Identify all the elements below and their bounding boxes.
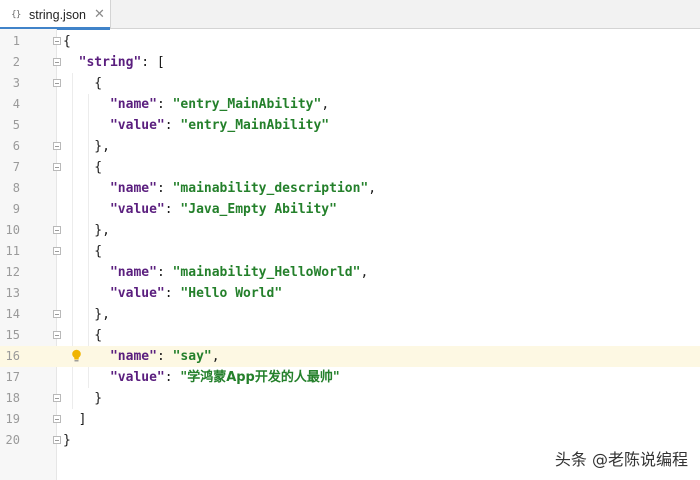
line-number: 7 bbox=[12, 160, 20, 174]
code-line[interactable]: 6 }, bbox=[0, 136, 700, 157]
line-number: 8 bbox=[12, 181, 20, 195]
code-line[interactable]: 16 "name": "say", bbox=[0, 346, 700, 367]
code-line[interactable]: 2 "string": [ bbox=[0, 52, 700, 73]
code-line[interactable]: 8 "name": "mainability_description", bbox=[0, 178, 700, 199]
line-number: 20 bbox=[5, 433, 20, 447]
fold-marker-icon[interactable] bbox=[53, 247, 61, 255]
line-number: 2 bbox=[12, 55, 20, 69]
fold-marker-icon[interactable] bbox=[53, 310, 61, 318]
code-line[interactable]: 3 { bbox=[0, 73, 700, 94]
line-number: 6 bbox=[12, 139, 20, 153]
code-line[interactable]: 7 { bbox=[0, 157, 700, 178]
editor-tab-bar: {} string.json ✕ bbox=[0, 0, 700, 30]
fold-marker-icon[interactable] bbox=[53, 37, 61, 45]
code-text: { bbox=[63, 244, 103, 259]
code-text: "value": "entry_MainAbility" bbox=[109, 118, 330, 133]
line-number: 14 bbox=[5, 307, 20, 321]
json-file-icon: {} bbox=[11, 9, 21, 20]
code-line[interactable]: 19 ] bbox=[0, 409, 700, 430]
code-line[interactable]: 11 { bbox=[0, 241, 700, 262]
line-number: 13 bbox=[5, 286, 20, 300]
code-text: "name": "mainability_description", bbox=[109, 181, 377, 196]
code-text: "name": "mainability_HelloWorld", bbox=[109, 265, 369, 280]
watermark: 头条 @老陈说编程 bbox=[554, 450, 688, 469]
code-line[interactable]: 10 }, bbox=[0, 220, 700, 241]
fold-marker-icon[interactable] bbox=[53, 79, 61, 87]
code-text: }, bbox=[63, 223, 110, 238]
code-line[interactable]: 9 "value": "Java_Empty Ability" bbox=[0, 199, 700, 220]
code-line[interactable]: 14 }, bbox=[0, 304, 700, 325]
fold-marker-icon[interactable] bbox=[53, 58, 61, 66]
line-number: 19 bbox=[5, 412, 20, 426]
code-text: "value": "Hello World" bbox=[109, 286, 283, 301]
fold-marker-icon[interactable] bbox=[53, 163, 61, 171]
line-number: 12 bbox=[5, 265, 20, 279]
code-line[interactable]: 17 "value": "学鸿蒙App开发的人最帅" bbox=[0, 367, 700, 388]
code-text: { bbox=[63, 160, 103, 175]
code-line[interactable]: 12 "name": "mainability_HelloWorld", bbox=[0, 262, 700, 283]
code-line[interactable]: 4 "name": "entry_MainAbility", bbox=[0, 94, 700, 115]
close-icon[interactable]: ✕ bbox=[94, 7, 105, 22]
code-editor[interactable]: 1{2 "string": [3 {4 "name": "entry_MainA… bbox=[0, 29, 700, 480]
code-text: { bbox=[63, 34, 71, 49]
line-number: 15 bbox=[5, 328, 20, 342]
line-number: 18 bbox=[5, 391, 20, 405]
code-text: "value": "Java_Empty Ability" bbox=[109, 202, 337, 217]
fold-marker-icon[interactable] bbox=[53, 331, 61, 339]
tab-label: string.json bbox=[29, 7, 86, 22]
fold-marker-icon[interactable] bbox=[53, 415, 61, 423]
tab-string-json[interactable]: {} string.json ✕ bbox=[0, 0, 111, 30]
fold-marker-icon[interactable] bbox=[53, 394, 61, 402]
line-number: 10 bbox=[5, 223, 20, 237]
code-text: "string": [ bbox=[78, 55, 165, 70]
code-text: }, bbox=[63, 307, 110, 322]
code-line[interactable]: 13 "value": "Hello World" bbox=[0, 283, 700, 304]
line-number: 9 bbox=[12, 202, 20, 216]
code-line[interactable]: 1{ bbox=[0, 31, 700, 52]
code-text: }, bbox=[63, 139, 110, 154]
code-text: "name": "entry_MainAbility", bbox=[109, 97, 330, 112]
fold-marker-icon[interactable] bbox=[53, 142, 61, 150]
line-number: 5 bbox=[12, 118, 20, 132]
line-number: 1 bbox=[12, 34, 20, 48]
fold-marker-icon[interactable] bbox=[53, 226, 61, 234]
code-text: { bbox=[63, 328, 103, 343]
code-text: "value": "学鸿蒙App开发的人最帅" bbox=[109, 370, 340, 385]
line-number: 16 bbox=[5, 349, 20, 363]
code-text: "name": "say", bbox=[109, 349, 220, 364]
code-text: } bbox=[63, 391, 103, 406]
code-text: { bbox=[63, 76, 103, 91]
code-line[interactable]: 5 "value": "entry_MainAbility" bbox=[0, 115, 700, 136]
code-text: } bbox=[63, 433, 71, 448]
line-number: 11 bbox=[5, 244, 20, 258]
code-line[interactable]: 18 } bbox=[0, 388, 700, 409]
fold-marker-icon[interactable] bbox=[53, 436, 61, 444]
line-number: 4 bbox=[12, 97, 20, 111]
line-number: 3 bbox=[12, 76, 20, 90]
code-text: ] bbox=[63, 412, 87, 427]
code-line[interactable]: 15 { bbox=[0, 325, 700, 346]
line-number: 17 bbox=[5, 370, 20, 384]
